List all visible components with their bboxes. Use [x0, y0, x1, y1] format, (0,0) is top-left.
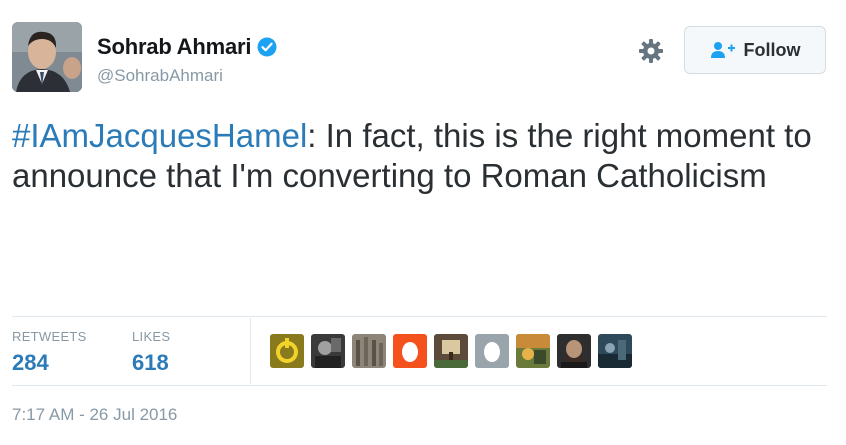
liker-avatars	[270, 334, 632, 368]
add-user-icon	[710, 41, 736, 59]
liker-avatar[interactable]	[475, 334, 509, 368]
stats-top-divider	[12, 316, 827, 317]
likes-stat[interactable]: LIKES 618	[132, 329, 170, 376]
follow-button[interactable]: Follow	[684, 26, 826, 74]
gear-icon[interactable]	[638, 38, 664, 64]
follow-button-label: Follow	[743, 39, 801, 60]
stats-bottom-divider	[12, 385, 827, 386]
tweet-timestamp[interactable]: 7:17 AM - 26 Jul 2016	[12, 405, 177, 425]
stats-separator	[250, 318, 251, 384]
verified-badge-icon	[257, 37, 277, 57]
retweets-count: 284	[12, 350, 49, 375]
liker-avatar[interactable]	[516, 334, 550, 368]
liker-avatar[interactable]	[311, 334, 345, 368]
author-display-name[interactable]: Sohrab Ahmari	[97, 34, 251, 60]
liker-avatar[interactable]	[434, 334, 468, 368]
liker-avatar[interactable]	[352, 334, 386, 368]
retweets-label: RETWEETS	[12, 329, 87, 344]
liker-avatar[interactable]	[598, 334, 632, 368]
tweet-text: #IAmJacquesHamel: In fact, this is the r…	[12, 116, 822, 196]
liker-avatar[interactable]	[270, 334, 304, 368]
hashtag-link[interactable]: #IAmJacquesHamel	[12, 117, 307, 154]
likes-label: LIKES	[132, 329, 171, 344]
author-avatar[interactable]	[12, 22, 82, 92]
liker-avatar[interactable]	[393, 334, 427, 368]
liker-avatar[interactable]	[557, 334, 591, 368]
likes-count: 618	[132, 350, 169, 375]
author-handle[interactable]: @SohrabAhmari	[97, 66, 223, 86]
retweets-stat[interactable]: RETWEETS 284	[12, 329, 87, 376]
